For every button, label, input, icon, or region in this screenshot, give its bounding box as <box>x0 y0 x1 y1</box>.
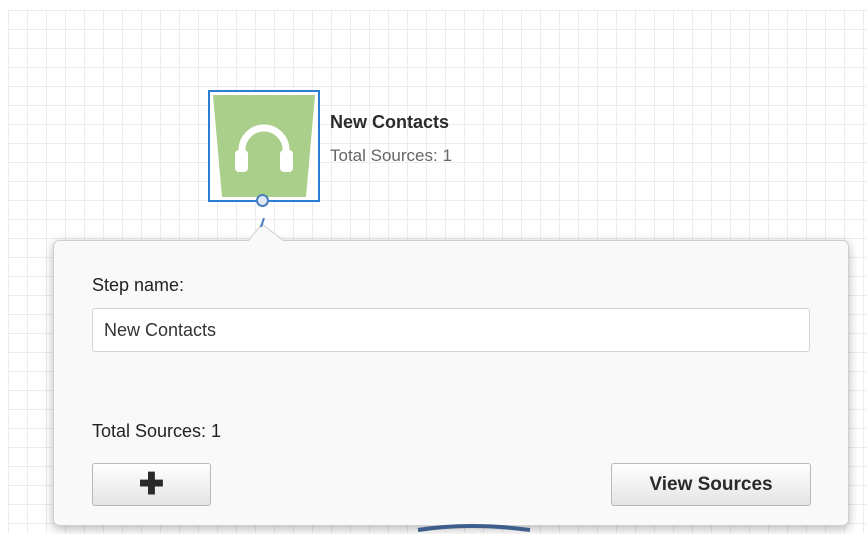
step-settings-popover: Step name: Total Sources: 1 ✚ View Sourc… <box>53 240 849 526</box>
view-sources-button[interactable]: View Sources <box>611 463 811 506</box>
workflow-step-node[interactable] <box>208 90 320 202</box>
node-title: New Contacts <box>330 112 450 132</box>
node-connection-handle[interactable] <box>256 194 269 207</box>
step-name-label: Step name: <box>92 275 185 295</box>
step-shape <box>213 95 315 197</box>
step-name-input[interactable] <box>92 308 810 352</box>
add-source-button[interactable]: ✚ <box>92 463 211 506</box>
total-sources-label: Total Sources: 1 <box>92 421 222 441</box>
plus-icon: ✚ <box>138 467 165 501</box>
node-total-sources: Total Sources: 1 <box>330 146 452 165</box>
popover-pointer <box>248 218 285 242</box>
